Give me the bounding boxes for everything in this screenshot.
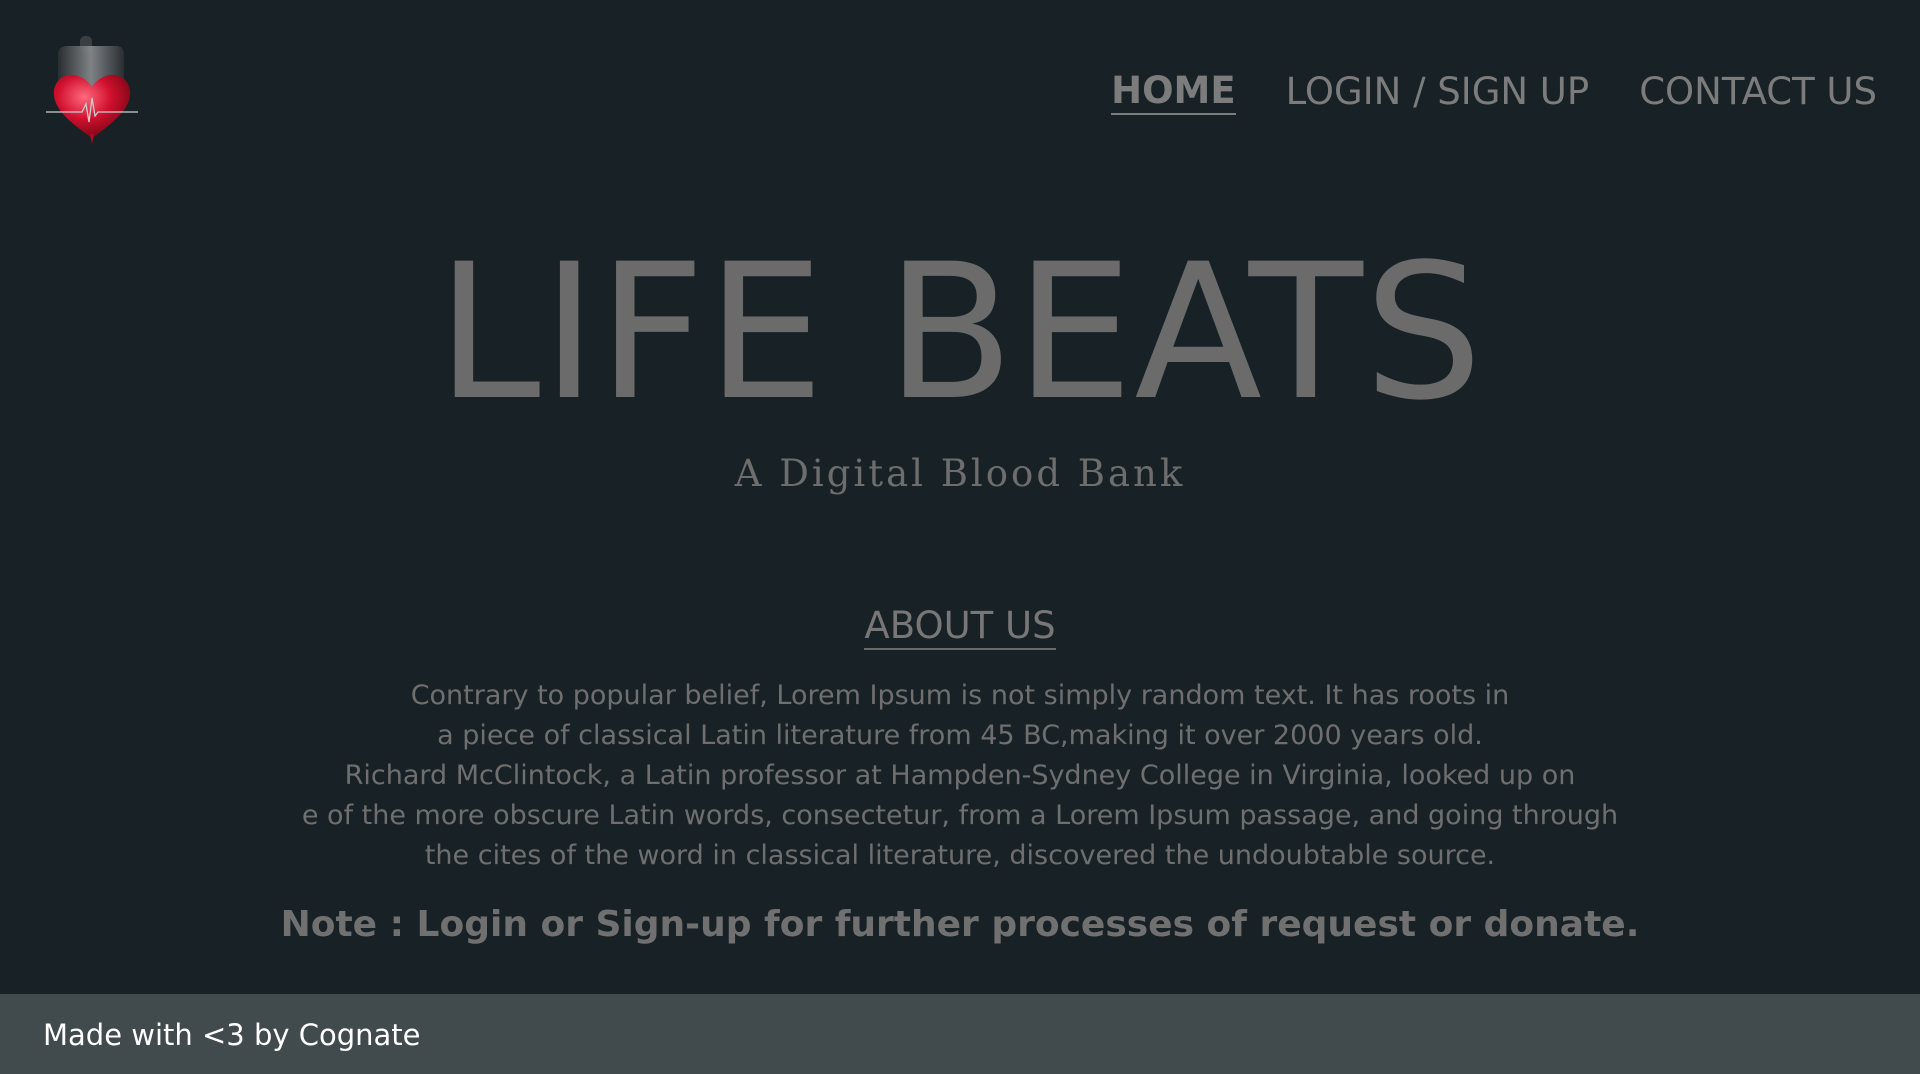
about-line: Richard McClintock, a Latin professor at… <box>344 760 1576 791</box>
about-line: the cites of the word in classical liter… <box>424 840 1496 871</box>
about-heading-text: ABOUT US <box>864 604 1056 650</box>
nav-contact-us-link[interactable]: CONTACT US <box>1639 68 1877 116</box>
footer: Made with <3 by Cognate <box>0 994 1920 1074</box>
logo[interactable] <box>46 34 138 146</box>
about-line: a piece of classical Latin literature fr… <box>437 720 1483 751</box>
page: HOME LOGIN / SIGN UP CONTACT US LIFE BEA… <box>0 0 1920 1074</box>
hero-subtitle: A Digital Blood Bank <box>734 452 1186 495</box>
about-line: e of the more obscure Latin words, conse… <box>301 800 1619 831</box>
about-section-heading: ABOUT US <box>0 602 1920 650</box>
about-line: Contrary to popular belief, Lorem Ipsum … <box>410 680 1510 711</box>
nav-login-signup-link[interactable]: LOGIN / SIGN UP <box>1286 68 1590 116</box>
about-paragraph: Contrary to popular belief, Lorem Ipsum … <box>0 676 1920 876</box>
hero-title: LIFE BEATS <box>436 224 1484 442</box>
main-nav: HOME LOGIN / SIGN UP CONTACT US <box>1111 68 1877 116</box>
login-note: Note : Login or Sign-up for further proc… <box>280 904 1640 945</box>
nav-home-link[interactable]: HOME <box>1111 69 1236 115</box>
footer-credit: Made with <3 by Cognate <box>43 1018 421 1052</box>
blood-bag-heart-icon <box>46 36 138 144</box>
